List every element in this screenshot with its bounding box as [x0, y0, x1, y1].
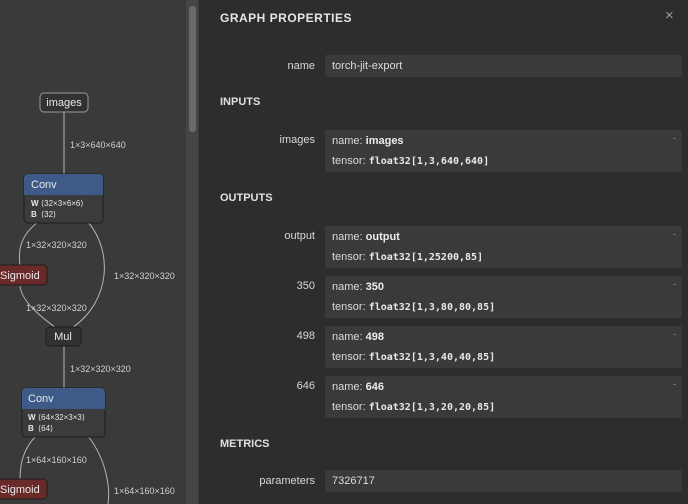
output-box: name: output tensor: float32[1,25200,85]… [325, 226, 682, 268]
output-label: 498 [296, 330, 315, 342]
tensor-prefix: tensor: [332, 155, 369, 167]
name-prefix: name: [332, 381, 366, 393]
edge-label: 1×64×160×160 [114, 486, 175, 496]
input-name: images [365, 135, 404, 147]
node-attr-b-shape: ⟨64⟩ [38, 424, 53, 433]
node-mul[interactable]: Mul [45, 326, 82, 347]
node-attr-w-shape: ⟨64×32×3×3⟩ [38, 413, 85, 422]
input-label-images: images [279, 134, 315, 146]
node-attr-w: W [28, 413, 36, 422]
output-tensor-line: tensor: float32[1,3,40,40,85] [332, 351, 495, 363]
edge-label: 1×32×320×320 [70, 364, 131, 374]
graph-svg: 1×3×640×640 1×32×320×320 1×32×320×320 1×… [0, 92, 175, 504]
outputs-heading: OUTPUTS [220, 192, 273, 204]
output-name-line: name: 498 [332, 331, 384, 343]
node-attr-w: W [31, 199, 39, 208]
output-tensor: float32[1,3,80,80,85] [368, 302, 496, 313]
node-attr-b: B [31, 210, 37, 219]
node-conv[interactable]: Conv W ⟨32×3×6×6⟩ B ⟨32⟩ [23, 173, 104, 224]
parameters-label: parameters [259, 475, 315, 487]
node-label: Sigmoid [0, 270, 40, 282]
tensor-prefix: tensor: [332, 251, 369, 263]
tensor-prefix: tensor: [332, 301, 369, 313]
graph-properties-panel: GRAPH PROPERTIES × name torch-jit-export… [199, 0, 688, 504]
node-images[interactable]: images [39, 92, 89, 113]
name-value-box: torch-jit-export [325, 55, 682, 77]
output-name-line: name: 350 [332, 281, 384, 293]
output-name-line: name: output [332, 231, 400, 243]
expand-icon[interactable]: - [673, 379, 676, 389]
output-tensor: float32[1,25200,85] [368, 252, 484, 263]
output-box: name: 350 tensor: float32[1,3,80,80,85] … [325, 276, 682, 318]
node-label: Conv [28, 393, 54, 405]
graph-canvas[interactable]: 1×3×640×640 1×32×320×320 1×32×320×320 1×… [0, 0, 199, 504]
expand-icon[interactable]: - [673, 279, 676, 289]
name-prefix: name: [332, 231, 366, 243]
output-name-line: name: 646 [332, 381, 384, 393]
metrics-heading: METRICS [220, 438, 270, 450]
node-attr-b-shape: ⟨32⟩ [41, 210, 56, 219]
edge-label: 1×32×320×320 [114, 271, 175, 281]
node-attr-b: B [28, 424, 34, 433]
expand-icon[interactable]: - [673, 329, 676, 339]
edge-label: 1×64×160×160 [26, 455, 87, 465]
output-tensor-line: tensor: float32[1,25200,85] [332, 251, 483, 263]
name-prefix: name: [332, 281, 366, 293]
node-label: Conv [31, 179, 57, 191]
edge-label: 1×3×640×640 [70, 140, 126, 150]
name-prefix: name: [332, 331, 366, 343]
edge-label: 1×32×320×320 [26, 303, 87, 313]
parameters-value: 7326717 [332, 475, 375, 487]
name-value: torch-jit-export [332, 60, 403, 72]
output-label: 350 [296, 280, 315, 292]
output-box: name: 646 tensor: float32[1,3,20,20,85] … [325, 376, 682, 418]
output-name: 498 [365, 331, 384, 343]
output-name: 350 [365, 281, 384, 293]
parameters-value-box: 7326717 [325, 470, 682, 492]
node-sigmoid[interactable]: Sigmoid [0, 264, 48, 286]
input-tensor: float32[1,3,640,640] [368, 156, 490, 167]
edge-conv2-next [87, 435, 110, 504]
expand-icon[interactable]: - [673, 229, 676, 239]
output-label: output [284, 230, 315, 242]
expand-icon[interactable]: - [673, 133, 676, 143]
input-tensor-line: tensor: float32[1,3,640,640] [332, 155, 489, 167]
node-sigmoid[interactable]: Sigmoid [0, 478, 48, 500]
close-icon[interactable]: × [665, 7, 674, 24]
output-box: name: 498 tensor: float32[1,3,40,40,85] … [325, 326, 682, 368]
output-tensor: float32[1,3,40,40,85] [368, 352, 496, 363]
tensor-prefix: tensor: [332, 351, 369, 363]
node-conv[interactable]: Conv W ⟨64×32×3×3⟩ B ⟨64⟩ [21, 387, 106, 438]
output-tensor-line: tensor: float32[1,3,20,20,85] [332, 401, 495, 413]
node-label: Sigmoid [0, 484, 40, 496]
input-box-images: name: images tensor: float32[1,3,640,640… [325, 130, 682, 172]
tensor-prefix: tensor: [332, 401, 369, 413]
node-label: images [46, 97, 82, 109]
name-label: name [287, 60, 315, 72]
input-name-line: name: images [332, 135, 404, 147]
output-tensor-line: tensor: float32[1,3,80,80,85] [332, 301, 495, 313]
output-name: output [365, 231, 400, 243]
inputs-heading: INPUTS [220, 96, 261, 108]
node-label: Mul [54, 331, 72, 343]
output-label: 646 [296, 380, 315, 392]
name-prefix: name: [332, 135, 366, 147]
panel-title: GRAPH PROPERTIES [220, 11, 353, 25]
output-name: 646 [365, 381, 384, 393]
output-tensor: float32[1,3,20,20,85] [368, 402, 496, 413]
graph-scrollbar-thumb[interactable] [189, 6, 196, 132]
node-attr-w-shape: ⟨32×3×6×6⟩ [41, 199, 84, 208]
edge-label: 1×32×320×320 [26, 240, 87, 250]
